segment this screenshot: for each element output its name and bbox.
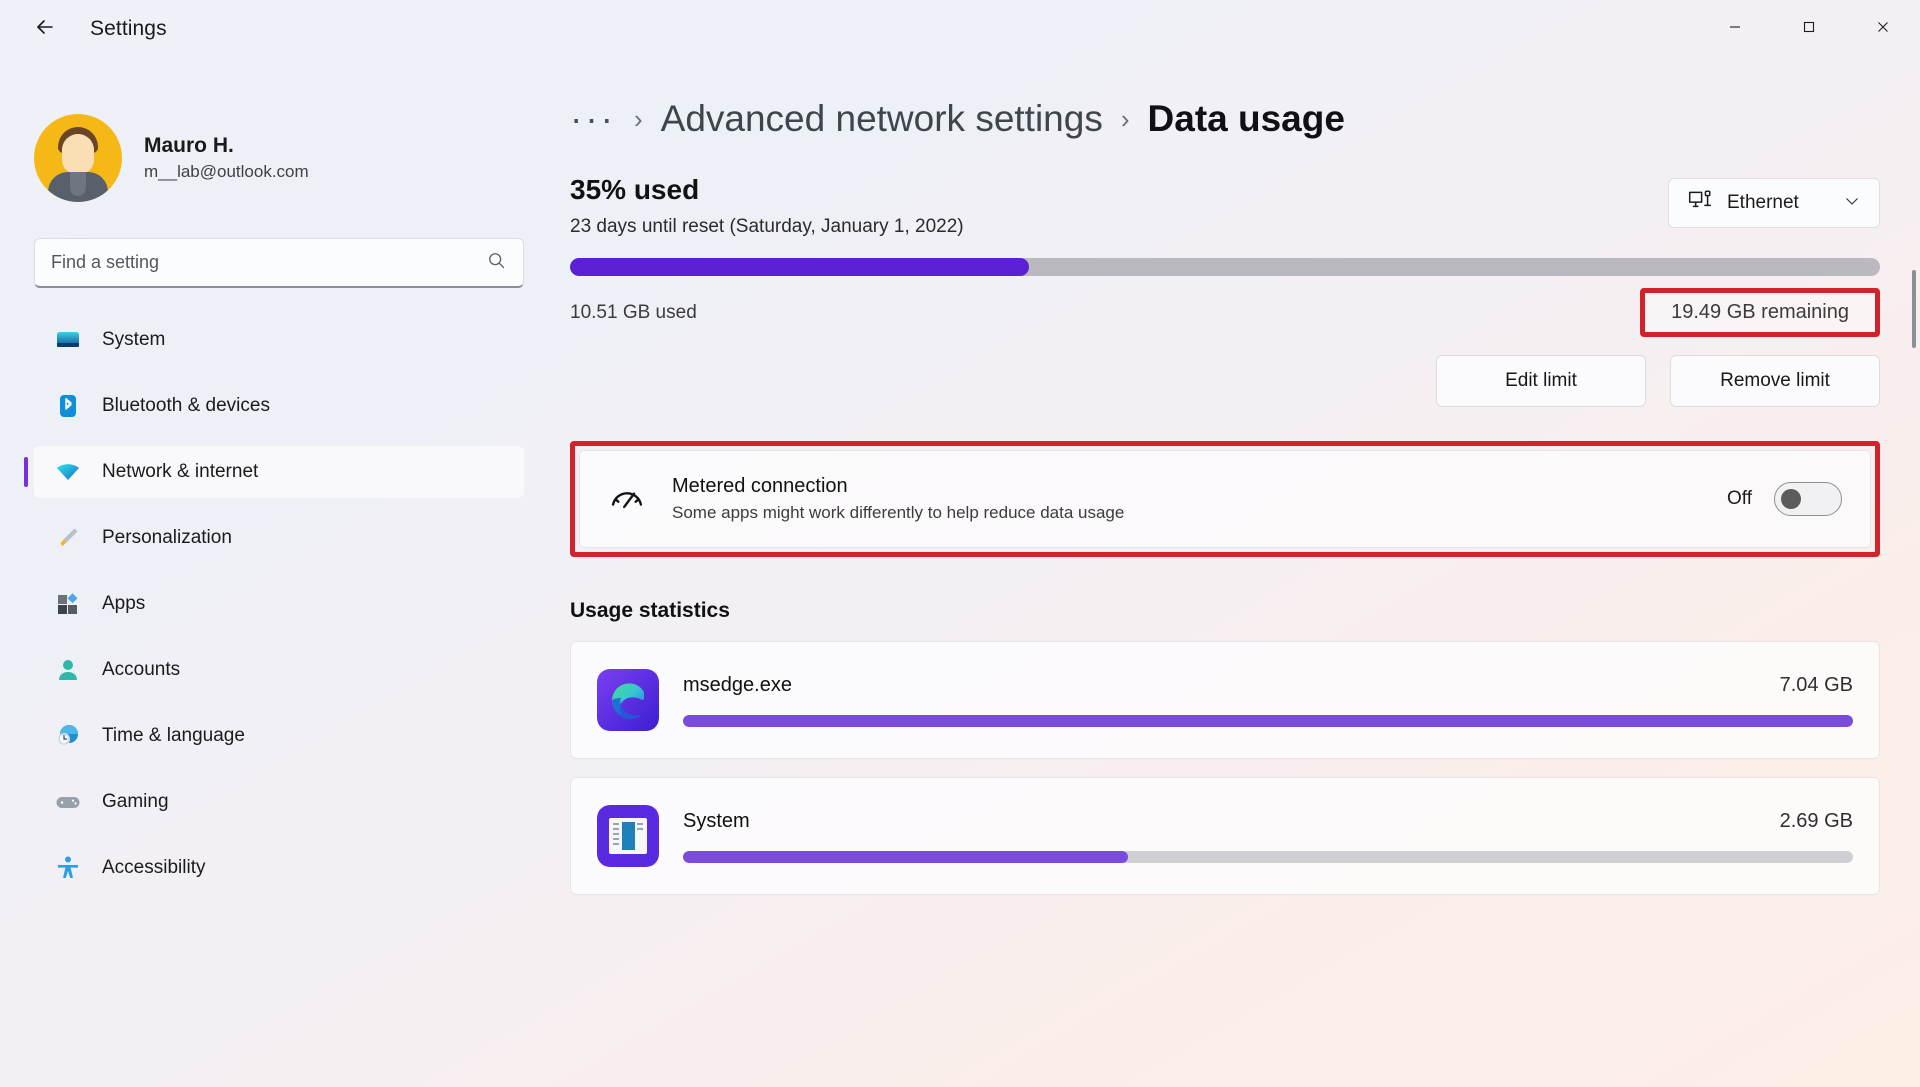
sidebar-item-label: System bbox=[102, 329, 166, 350]
sidebar-item-accessibility[interactable]: Accessibility bbox=[34, 842, 524, 894]
usage-statistics-heading: Usage statistics bbox=[570, 599, 730, 622]
breadcrumb-overflow[interactable]: ··· bbox=[570, 98, 616, 140]
page-title: Data usage bbox=[1147, 98, 1345, 139]
data-usage-progress-bar bbox=[570, 258, 1880, 276]
percent-used-label: 35% used bbox=[570, 174, 700, 205]
gamepad-icon bbox=[54, 788, 82, 816]
usage-header: 35% used 23 days until reset (Saturday, … bbox=[570, 174, 1880, 238]
app-title: Settings bbox=[90, 17, 167, 40]
avatar bbox=[34, 114, 122, 202]
clock-globe-icon bbox=[54, 722, 82, 750]
sidebar-item-bluetooth-devices[interactable]: Bluetooth & devices bbox=[34, 380, 524, 432]
metered-connection-highlight: Metered connection Some apps might work … bbox=[570, 441, 1880, 557]
sidebar-item-time-language[interactable]: Time & language bbox=[34, 710, 524, 762]
bar-labels: 10.51 GB used 19.49 GB remaining bbox=[570, 288, 1880, 337]
vertical-scrollbar[interactable] bbox=[1912, 270, 1916, 348]
app-data-size: 7.04 GB bbox=[1779, 673, 1853, 696]
sidebar-item-label: Accessibility bbox=[102, 857, 206, 878]
metered-toggle-state-label: Off bbox=[1727, 488, 1752, 509]
app-usage-bar bbox=[683, 714, 1853, 727]
list-item[interactable]: msedge.exe 7.04 GB bbox=[570, 641, 1880, 759]
list-item[interactable]: System 2.69 GB bbox=[570, 777, 1880, 895]
sidebar-item-accounts[interactable]: Accounts bbox=[34, 644, 524, 696]
metered-connection-title: Metered connection bbox=[672, 475, 848, 498]
chevron-down-icon bbox=[1843, 192, 1861, 215]
sidebar-item-label: Bluetooth & devices bbox=[102, 395, 270, 416]
window-controls bbox=[1698, 0, 1920, 58]
sidebar-item-label: Apps bbox=[102, 593, 146, 614]
metered-toggle-group: Off bbox=[1727, 482, 1842, 516]
app-name: System bbox=[683, 809, 750, 832]
apps-icon bbox=[54, 590, 82, 618]
sidebar-item-label: Accounts bbox=[102, 659, 181, 680]
limit-buttons: Edit limit Remove limit bbox=[570, 355, 1880, 407]
sidebar-nav: System Bluetooth & devices Network & int… bbox=[24, 314, 524, 894]
metered-connection-subtitle: Some apps might work differently to help… bbox=[672, 503, 1125, 523]
sidebar-item-label: Network & internet bbox=[102, 461, 259, 482]
sidebar-item-label: Time & language bbox=[102, 725, 245, 746]
app-shell: Mauro H. m__lab@outlook.com Find a setti… bbox=[0, 58, 1920, 1087]
data-used-label: 10.51 GB used bbox=[570, 301, 697, 323]
app-usage-bar bbox=[683, 850, 1853, 863]
maximize-icon bbox=[1801, 19, 1817, 40]
speedometer-icon bbox=[608, 480, 646, 518]
brush-icon bbox=[54, 524, 82, 552]
breadcrumb-separator: › bbox=[633, 103, 643, 134]
app-data-size: 2.69 GB bbox=[1779, 809, 1853, 832]
network-monitor-icon bbox=[1687, 188, 1713, 219]
minimize-icon bbox=[1727, 19, 1743, 40]
adapter-select[interactable]: Ethernet bbox=[1668, 178, 1880, 228]
sidebar-item-personalization[interactable]: Personalization bbox=[34, 512, 524, 564]
adapter-select-value: Ethernet bbox=[1727, 192, 1799, 213]
search-input[interactable] bbox=[51, 252, 486, 273]
sidebar: Mauro H. m__lab@outlook.com Find a setti… bbox=[0, 58, 560, 1087]
remove-limit-button[interactable]: Remove limit bbox=[1670, 355, 1880, 407]
minimize-button[interactable] bbox=[1698, 0, 1772, 58]
account-email: m__lab@outlook.com bbox=[144, 161, 309, 181]
sidebar-item-gaming[interactable]: Gaming bbox=[34, 776, 524, 828]
reset-note: 23 days until reset (Saturday, January 1… bbox=[570, 216, 964, 237]
search-box[interactable] bbox=[34, 238, 524, 288]
sidebar-item-label: Personalization bbox=[102, 527, 232, 548]
back-button[interactable] bbox=[22, 6, 68, 52]
accessibility-icon bbox=[54, 854, 82, 882]
sidebar-item-label: Gaming bbox=[102, 791, 169, 812]
app-usage-fill bbox=[683, 850, 1128, 863]
data-remaining-label: 19.49 GB remaining bbox=[1671, 301, 1849, 323]
sidebar-item-network-internet[interactable]: Network & internet bbox=[24, 446, 524, 498]
data-usage-progress-fill bbox=[570, 258, 1029, 276]
metered-connection-card[interactable]: Metered connection Some apps might work … bbox=[579, 450, 1871, 548]
person-icon bbox=[54, 656, 82, 684]
edit-limit-button[interactable]: Edit limit bbox=[1436, 355, 1646, 407]
app-usage-fill bbox=[683, 714, 1853, 727]
app-name: msedge.exe bbox=[683, 673, 792, 696]
wifi-icon bbox=[54, 458, 82, 486]
breadcrumb-separator: › bbox=[1120, 103, 1130, 134]
back-arrow-icon bbox=[33, 15, 57, 44]
bluetooth-icon bbox=[54, 392, 82, 420]
monitor-icon bbox=[54, 326, 82, 354]
edge-icon bbox=[597, 669, 659, 731]
maximize-button[interactable] bbox=[1772, 0, 1846, 58]
close-button[interactable] bbox=[1846, 0, 1920, 58]
title-bar: Settings bbox=[0, 0, 1920, 58]
close-icon bbox=[1875, 19, 1891, 40]
search-icon bbox=[486, 250, 507, 276]
account-name: Mauro H. bbox=[144, 134, 234, 158]
breadcrumb: ··· › Advanced network settings › Data u… bbox=[570, 98, 1880, 140]
main-content: ··· › Advanced network settings › Data u… bbox=[560, 58, 1920, 1087]
system-window-icon bbox=[597, 805, 659, 867]
sidebar-item-system[interactable]: System bbox=[34, 314, 524, 366]
breadcrumb-parent-link[interactable]: Advanced network settings bbox=[661, 98, 1103, 140]
data-remaining-highlight: 19.49 GB remaining bbox=[1640, 288, 1880, 337]
metered-connection-toggle[interactable] bbox=[1774, 482, 1842, 516]
sidebar-item-apps[interactable]: Apps bbox=[34, 578, 524, 630]
account-block[interactable]: Mauro H. m__lab@outlook.com bbox=[34, 114, 524, 202]
